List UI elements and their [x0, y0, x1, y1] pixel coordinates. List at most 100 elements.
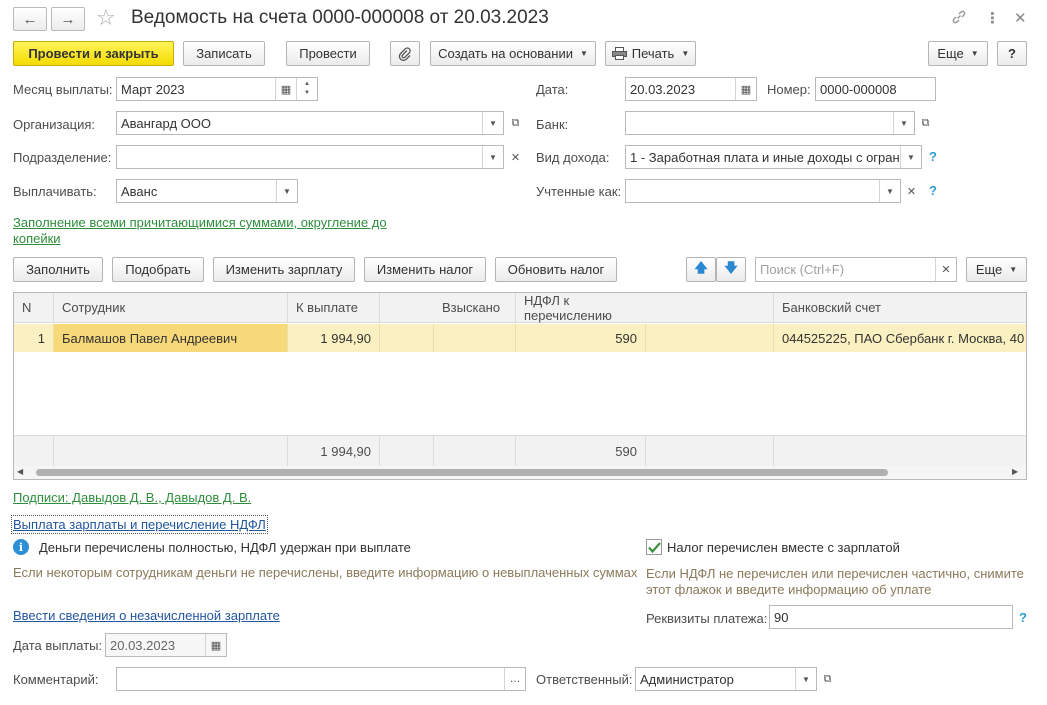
- link-icon[interactable]: [951, 9, 967, 29]
- chevron-down-icon[interactable]: ▼: [482, 146, 503, 168]
- cell-employee: Балмашов Павел Андреевич: [54, 324, 288, 352]
- more-button[interactable]: Еще ▼: [928, 41, 988, 66]
- organization-label: Организация:: [13, 117, 96, 132]
- chevron-down-icon[interactable]: ▼: [879, 180, 900, 202]
- footer-cell: [380, 435, 434, 466]
- comment-field[interactable]: …: [116, 667, 526, 691]
- date-value: 20.03.2023: [630, 81, 696, 97]
- chevron-down-icon[interactable]: ▼: [276, 180, 297, 202]
- help-icon[interactable]: ?: [929, 183, 937, 198]
- responsible-field[interactable]: Администратор ▼: [635, 667, 817, 691]
- month-stepper[interactable]: ▲ ▼: [296, 78, 317, 100]
- clear-counted-icon[interactable]: ✕: [901, 179, 922, 203]
- column-header-collected[interactable]: Взыскано: [434, 293, 516, 323]
- table-more-label: Еще: [975, 262, 1003, 277]
- chevron-down-icon[interactable]: ▼: [795, 668, 816, 690]
- pay-type-field[interactable]: Аванс ▼: [116, 179, 298, 203]
- month-field[interactable]: Март 2023 ▦ ▲ ▼: [116, 77, 318, 101]
- clear-search-icon[interactable]: ✕: [935, 258, 956, 281]
- pick-button[interactable]: Подобрать: [112, 257, 204, 282]
- income-type-field[interactable]: 1 - Заработная плата и иные доходы с огр…: [625, 145, 922, 169]
- total-to-pay: 1 994,90: [288, 435, 380, 466]
- bank-field[interactable]: ▼: [625, 111, 915, 135]
- chevron-down-icon[interactable]: ▼: [893, 112, 914, 134]
- counted-as-field[interactable]: ▼: [625, 179, 901, 203]
- cell-n: 1: [14, 324, 54, 352]
- change-salary-button[interactable]: Изменить зарплату: [213, 257, 355, 282]
- scrollbar-thumb[interactable]: [36, 469, 888, 476]
- open-responsible-button[interactable]: ⧉: [817, 667, 838, 691]
- tax-paid-label[interactable]: Налог перечислен вместе с зарплатой: [667, 540, 900, 555]
- date-field[interactable]: 20.03.2023 ▦: [625, 77, 757, 101]
- fill-settings-link-line2[interactable]: копейки: [13, 231, 61, 246]
- pay-date-label: Дата выплаты:: [13, 638, 103, 653]
- payment-details-field[interactable]: 90: [769, 605, 1013, 629]
- checkmark-icon: [647, 541, 661, 553]
- horizontal-scrollbar[interactable]: ◀ ▶: [14, 466, 1026, 479]
- pay-type-value: Аванс: [121, 183, 158, 199]
- arrow-up-icon: 🡅: [694, 259, 708, 275]
- close-icon[interactable]: ✕: [1014, 9, 1027, 27]
- open-bank-button[interactable]: ⧉: [915, 111, 936, 135]
- number-field[interactable]: 0000-000008: [815, 77, 936, 101]
- move-down-button[interactable]: 🡇: [716, 257, 746, 282]
- employees-table[interactable]: N Сотрудник К выплате Взыскано НДФЛ к пе…: [13, 292, 1027, 480]
- organization-field[interactable]: Авангард ООО ▼: [116, 111, 504, 135]
- unpaid-salary-link[interactable]: Ввести сведения о незачисленной зарплате: [13, 608, 280, 623]
- print-label: Печать: [631, 46, 675, 61]
- payment-link[interactable]: Выплата зарплаты и перечисление НДФЛ: [11, 515, 268, 534]
- scroll-right-icon[interactable]: ▶: [1012, 467, 1018, 476]
- footer-cell: [774, 435, 1026, 466]
- print-button[interactable]: Печать ▼: [605, 41, 696, 66]
- change-tax-button[interactable]: Изменить налог: [364, 257, 486, 282]
- chevron-down-icon[interactable]: ▼: [900, 146, 921, 168]
- column-header-to-pay[interactable]: К выплате: [288, 293, 380, 323]
- help-icon[interactable]: ?: [1019, 610, 1027, 625]
- column-header-n[interactable]: N: [14, 293, 54, 323]
- paperclip-icon: [398, 46, 411, 61]
- cell-to-pay: 1 994,90: [288, 324, 380, 352]
- favorite-star-icon[interactable]: ☆: [96, 5, 116, 31]
- payment-details-value: 90: [774, 609, 789, 625]
- more-options-icon[interactable]: …: [504, 668, 525, 690]
- search-field[interactable]: Поиск (Ctrl+F) ✕: [755, 257, 957, 282]
- post-and-close-button[interactable]: Провести и закрыть: [13, 41, 174, 66]
- update-tax-button[interactable]: Обновить налог: [495, 257, 617, 282]
- open-organization-button[interactable]: ⧉: [505, 111, 526, 135]
- signatures-link[interactable]: Подписи: Давыдов Д. В., Давыдов Д. В.: [13, 490, 251, 505]
- department-field[interactable]: ▼: [116, 145, 504, 169]
- more-menu-icon[interactable]: ⋮: [985, 9, 1000, 27]
- column-header-bank-account[interactable]: Банковский счет: [774, 293, 1026, 323]
- post-button[interactable]: Провести: [286, 41, 370, 66]
- column-header-ndfl[interactable]: НДФЛ к перечислению: [516, 293, 646, 323]
- fill-button[interactable]: Заполнить: [13, 257, 103, 282]
- chevron-down-icon[interactable]: ▼: [482, 112, 503, 134]
- move-up-button[interactable]: 🡅: [686, 257, 716, 282]
- column-header-employee[interactable]: Сотрудник: [54, 293, 288, 323]
- column-spacer: [380, 293, 434, 323]
- total-ndfl: 590: [516, 435, 646, 466]
- chevron-down-icon: ▼: [681, 49, 690, 58]
- calendar-icon[interactable]: ▦: [275, 78, 296, 100]
- tax-hint-2: этот флажок и введите информацию об упла…: [646, 582, 932, 597]
- calendar-icon[interactable]: ▦: [735, 78, 756, 100]
- chevron-down-icon: ▼: [1009, 265, 1018, 274]
- save-button[interactable]: Записать: [183, 41, 265, 66]
- footer-cell: [646, 435, 774, 466]
- footer-cell: [14, 435, 54, 466]
- clear-department-icon[interactable]: ✕: [505, 145, 526, 169]
- back-button[interactable]: ←: [13, 7, 47, 31]
- tax-paid-checkbox[interactable]: [646, 539, 662, 555]
- table-more-button[interactable]: Еще ▼: [966, 257, 1027, 282]
- calendar-icon[interactable]: ▦: [205, 634, 226, 656]
- forward-button[interactable]: →: [51, 7, 85, 31]
- pay-type-label: Выплачивать:: [13, 184, 97, 199]
- help-button[interactable]: ?: [997, 41, 1027, 66]
- scroll-left-icon[interactable]: ◀: [17, 467, 23, 476]
- fill-settings-link[interactable]: Заполнение всеми причитающимися суммами,…: [13, 215, 387, 230]
- pay-date-field[interactable]: 20.03.2023 ▦: [105, 633, 227, 657]
- help-icon[interactable]: ?: [929, 149, 937, 164]
- footer-cell: [54, 435, 288, 466]
- attach-button[interactable]: [390, 41, 420, 66]
- create-based-on-button[interactable]: Создать на основании ▼: [430, 41, 596, 66]
